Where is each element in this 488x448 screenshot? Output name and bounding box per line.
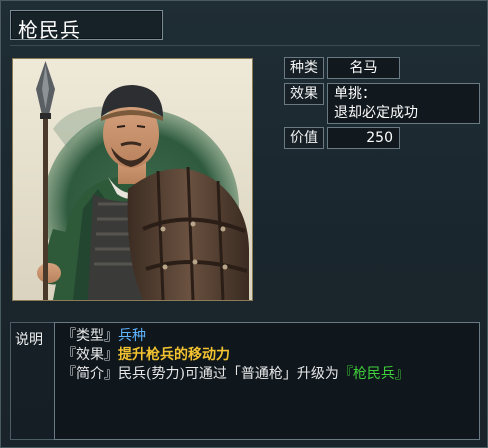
title-divider (10, 45, 480, 46)
type-value: 兵种 (118, 328, 146, 344)
effect-label: 效果 (284, 83, 324, 105)
intro-tag: 『简介』 (62, 366, 118, 382)
description-intro-line: 『简介』民兵(势力)可通过「普通枪」升级为『枪民兵』 (62, 365, 479, 384)
title-box: 枪民兵 (10, 10, 163, 42)
description-type-line: 『类型』兵种 (62, 327, 479, 346)
description-label: 说明 (15, 332, 43, 348)
effect-tag: 『效果』 (62, 347, 118, 363)
value-label: 价值 (284, 127, 324, 149)
value-amount: 250 (327, 127, 400, 149)
effect-line-2: 退却必定成功 (334, 105, 418, 121)
description-box: 『类型』兵种 『效果』提升枪兵的移动力 『简介』民兵(势力)可通过「普通枪」升级… (54, 322, 480, 440)
kind-label: 种类 (284, 57, 324, 79)
kind-value: 名马 (327, 57, 400, 79)
intro-text: 民兵(势力)可通过「普通枪」升级为 (118, 366, 339, 382)
militia-spearman-portrait (13, 59, 252, 300)
type-tag: 『类型』 (62, 328, 118, 344)
description-effect-line: 『效果』提升枪兵的移动力 (62, 346, 479, 365)
unit-info-window: 枪民兵 种类 名马 效果 单挑： 退却必定成功 价值 250 说明 『类型』兵种… (0, 0, 488, 448)
effect-description: 提升枪兵的移动力 (118, 347, 230, 363)
effect-value: 单挑： 退却必定成功 (327, 83, 480, 124)
unit-name: 枪民兵 (18, 18, 81, 42)
unit-portrait (12, 58, 253, 301)
intro-unit-highlight: 『枪民兵』 (338, 366, 409, 382)
effect-line-1: 单挑： (334, 86, 376, 102)
